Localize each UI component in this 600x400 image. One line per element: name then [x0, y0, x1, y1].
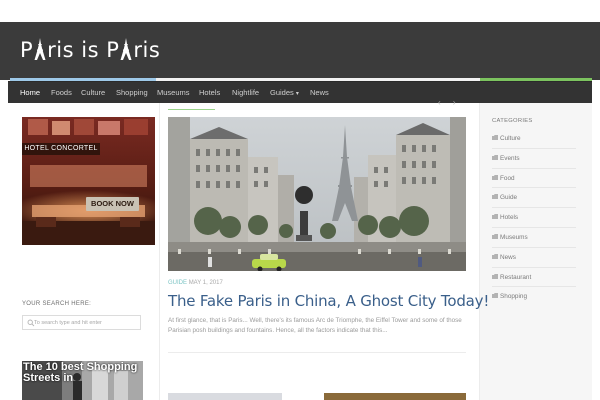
search-box: [22, 315, 141, 330]
category-item-shopping[interactable]: Shopping: [492, 287, 576, 307]
eiffel-tower-icon: [34, 38, 46, 60]
folder-icon: [492, 273, 498, 279]
category-label: Events: [500, 154, 520, 162]
nav-guides[interactable]: Guides ▾: [270, 88, 299, 97]
post-excerpt: At first glance, that is Paris... Well, …: [168, 317, 462, 334]
main-nav: Home Foods Culture Shopping Museums Hote…: [8, 81, 592, 103]
thumbnail-caption: The 10 best Shopping Streets in: [23, 361, 138, 384]
category-item-hotels[interactable]: Hotels: [492, 208, 576, 228]
shopping-streets-thumbnail[interactable]: The 10 best Shopping Streets in: [22, 361, 143, 400]
hotel-ad-image: [22, 117, 155, 245]
category-label: Museums: [500, 233, 528, 241]
category-label: Hotels: [500, 214, 519, 222]
category-item-culture[interactable]: Culture: [492, 129, 576, 149]
nav-nightlife[interactable]: Nightlife: [232, 88, 259, 97]
related-post-thumbnail[interactable]: [324, 393, 466, 400]
nav-news[interactable]: News: [310, 88, 329, 97]
related-post-thumbnail[interactable]: [168, 393, 282, 400]
category-label: Culture: [500, 135, 521, 142]
category-label: News: [500, 253, 516, 261]
hotel-name-label: HOTEL CONCORTEL: [22, 143, 100, 155]
slider-prev-icon[interactable]: ‹: [438, 98, 441, 107]
folder-icon: [492, 135, 498, 140]
section-divider: [168, 352, 466, 353]
nav-shopping[interactable]: Shopping: [116, 88, 148, 97]
eiffel-tower-icon: [120, 38, 132, 60]
post-category[interactable]: GUIDE: [168, 280, 187, 286]
post-meta: GUIDE MAY 1, 2017: [168, 280, 223, 286]
site-logo[interactable]: Pris is P ris: [20, 38, 160, 62]
folder-icon: [492, 214, 498, 220]
nav-foods[interactable]: Foods: [51, 88, 72, 97]
folder-icon: [492, 154, 498, 160]
slider-next-icon[interactable]: ›: [453, 98, 456, 107]
site-header: Pris is P ris: [0, 22, 600, 80]
hotel-ad-banner[interactable]: [22, 117, 155, 245]
categories-list: Culture Events Food Guide Hotels Museums…: [492, 129, 576, 307]
category-item-museums[interactable]: Museums: [492, 228, 576, 248]
logo-text-part: ris: [133, 38, 161, 62]
logo-text-part: ris is P: [47, 38, 120, 62]
folder-icon: [492, 233, 498, 239]
search-widget-title: YOUR SEARCH HERE:: [22, 301, 92, 307]
chevron-down-icon: ▾: [295, 91, 299, 97]
category-label: Food: [500, 174, 515, 182]
folder-icon: [492, 194, 498, 200]
book-now-button[interactable]: BOOK NOW: [86, 197, 139, 211]
slider-indicator: [168, 109, 215, 110]
category-item-guide[interactable]: Guide: [492, 188, 576, 209]
slider-controls: ‹ ›: [438, 98, 456, 107]
nav-home[interactable]: Home: [20, 88, 40, 97]
post-title[interactable]: The Fake Paris in China, A Ghost City To…: [168, 292, 489, 310]
category-label: Shopping: [500, 293, 528, 301]
nav-museums[interactable]: Museums: [157, 88, 190, 97]
category-label: Guide: [500, 194, 518, 202]
folder-icon: [492, 174, 498, 180]
logo-text-part: P: [20, 38, 34, 62]
folder-icon: [492, 253, 498, 259]
featured-post-image[interactable]: [168, 117, 466, 271]
fake-paris-photo: [168, 117, 466, 271]
post-date: MAY 1, 2017: [188, 280, 223, 286]
search-input[interactable]: [34, 317, 138, 328]
category-item-events[interactable]: Events: [492, 149, 576, 169]
nav-hotels[interactable]: Hotels: [199, 88, 220, 97]
category-label: Restaurant: [500, 273, 532, 281]
nav-guides-label: Guides: [270, 88, 294, 97]
category-item-news[interactable]: News: [492, 248, 576, 268]
category-item-restaurant[interactable]: Restaurant: [492, 268, 576, 288]
categories-title: CATEGORIES: [492, 118, 533, 124]
folder-icon: [492, 293, 498, 299]
category-item-food[interactable]: Food: [492, 169, 576, 189]
top-strip: [0, 0, 600, 22]
nav-culture[interactable]: Culture: [81, 88, 105, 97]
